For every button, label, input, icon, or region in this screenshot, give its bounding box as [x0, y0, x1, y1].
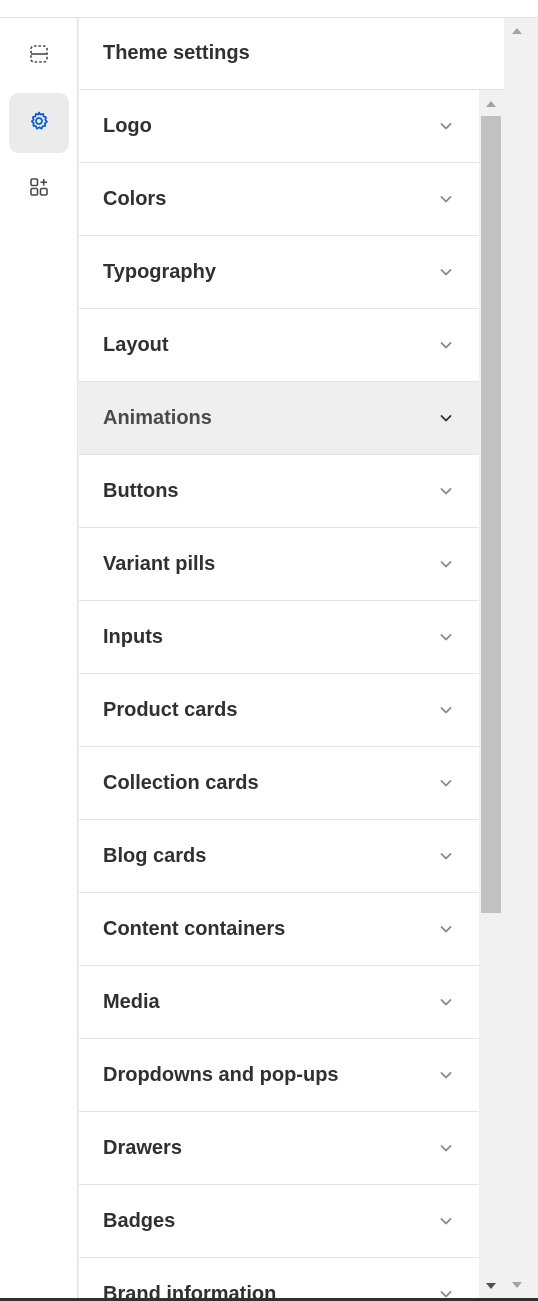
scroll-down-arrow-icon[interactable] [486, 1283, 496, 1289]
chevron-down-icon [437, 409, 455, 427]
settings-item[interactable]: Variant pills [79, 528, 479, 601]
chevron-down-icon [437, 847, 455, 865]
chevron-down-icon [437, 1285, 455, 1298]
settings-item-label: Layout [103, 333, 169, 356]
chevron-down-icon [437, 555, 455, 573]
settings-item[interactable]: Product cards [79, 674, 479, 747]
settings-item-label: Drawers [103, 1136, 182, 1159]
settings-item-label: Buttons [103, 479, 179, 502]
settings-item[interactable]: Collection cards [79, 747, 479, 820]
settings-item-label: Blog cards [103, 844, 207, 867]
gear-icon [28, 110, 50, 137]
chevron-down-icon [437, 774, 455, 792]
sections-icon [28, 43, 50, 70]
chevron-down-icon [437, 920, 455, 938]
page-scrollbar[interactable] [504, 18, 538, 1298]
settings-item-label: Dropdowns and pop-ups [103, 1063, 339, 1086]
settings-scrollbar-thumb[interactable] [481, 116, 501, 913]
settings-item[interactable]: Colors [79, 163, 479, 236]
chevron-down-icon [437, 628, 455, 646]
chevron-down-icon [437, 336, 455, 354]
chevron-down-icon [437, 1212, 455, 1230]
settings-item-label: Badges [103, 1209, 176, 1232]
settings-item-label: Product cards [103, 698, 238, 721]
settings-item-label: Animations [103, 406, 212, 429]
theme-editor: Theme settings Logo Colors Typography Layou… [0, 0, 538, 1301]
settings-item-label: Variant pills [103, 552, 216, 575]
settings-item-label: Collection cards [103, 771, 259, 794]
chevron-down-icon [437, 482, 455, 500]
scroll-up-arrow-icon[interactable] [486, 101, 496, 107]
settings-item[interactable]: Media [79, 966, 479, 1039]
chevron-down-icon [437, 117, 455, 135]
chevron-down-icon [437, 993, 455, 1011]
settings-item[interactable]: Typography [79, 236, 479, 309]
panel-title: Theme settings [103, 42, 250, 64]
chevron-down-icon [437, 190, 455, 208]
apps-icon [28, 176, 50, 203]
settings-item[interactable]: Brand information [79, 1258, 479, 1298]
rail-sections-button[interactable] [9, 26, 69, 86]
settings-item-label: Typography [103, 260, 216, 283]
settings-item[interactable]: Content containers [79, 893, 479, 966]
chevron-down-icon [437, 1139, 455, 1157]
chevron-down-icon [437, 263, 455, 281]
settings-item[interactable]: Drawers [79, 1112, 479, 1185]
settings-list: Logo Colors Typography Layout Animations Butt… [79, 90, 479, 1298]
theme-settings-panel: Theme settings Logo Colors Typography Layou… [79, 18, 504, 1298]
settings-item-label: Logo [103, 114, 152, 137]
settings-item[interactable]: Animations [79, 382, 479, 455]
settings-item-label: Inputs [103, 625, 163, 648]
settings-item-label: Colors [103, 187, 167, 210]
settings-scrollbar[interactable] [479, 90, 504, 1298]
settings-item-label: Brand information [103, 1282, 277, 1299]
settings-item-label: Media [103, 990, 160, 1013]
settings-item[interactable]: Layout [79, 309, 479, 382]
settings-item-label: Content containers [103, 917, 286, 940]
page-scroll-up-arrow-icon[interactable] [512, 28, 522, 34]
settings-item[interactable]: Dropdowns and pop-ups [79, 1039, 479, 1112]
settings-item[interactable]: Blog cards [79, 820, 479, 893]
rail-apps-button[interactable] [9, 159, 69, 219]
settings-item[interactable]: Inputs [79, 601, 479, 674]
chevron-down-icon [437, 1066, 455, 1084]
top-bar [0, 0, 538, 18]
panel-header: Theme settings [79, 18, 504, 90]
settings-item[interactable]: Logo [79, 90, 479, 163]
settings-item[interactable]: Buttons [79, 455, 479, 528]
rail-theme-settings-button[interactable] [9, 93, 69, 153]
chevron-down-icon [437, 701, 455, 719]
page-scroll-down-arrow-icon[interactable] [512, 1282, 522, 1288]
settings-item[interactable]: Badges [79, 1185, 479, 1258]
editor-sidebar-rail [0, 18, 78, 1298]
